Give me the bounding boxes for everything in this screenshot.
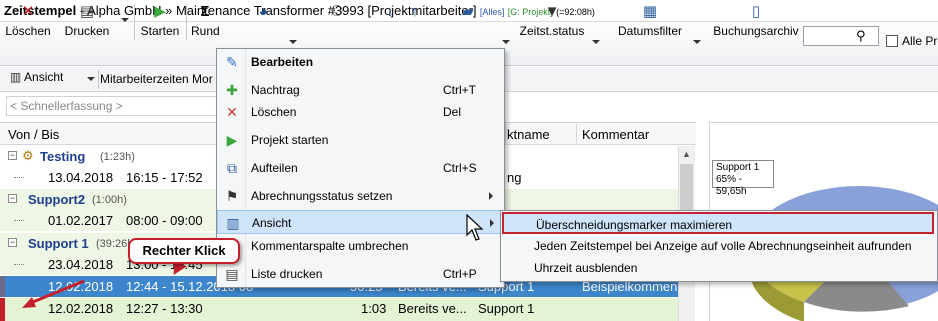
menu-item-billing-status[interactable]: ⚑ Abrechnungsstatus setzen xyxy=(217,184,504,208)
column-header-from-to[interactable]: Von / Bis xyxy=(8,127,59,142)
menu-item-start-project[interactable]: ▶ Projekt starten xyxy=(217,128,504,152)
sort-up-icon: ↑ xyxy=(411,3,419,20)
menu-item-view[interactable]: ▥ Ansicht xyxy=(217,210,504,234)
archive-icon: ▯ xyxy=(751,3,761,20)
annotation-arrow-line xyxy=(27,279,85,306)
funnel-icon: ▼ xyxy=(544,3,560,20)
pie-data-label: Support 1 65% - 59,65h xyxy=(712,160,774,197)
add-user-icon: ⚇ xyxy=(330,3,344,20)
folder-button[interactable]: ▰ xyxy=(458,2,478,42)
collapse-toggle-icon[interactable]: − xyxy=(8,194,17,203)
mouse-cursor-icon xyxy=(466,214,484,241)
table-row[interactable]: 12.02.2018 12:27 - 13:30 1:03 Bereits ve… xyxy=(0,298,678,321)
quick-entry-input[interactable]: < Schnellerfassung > xyxy=(6,96,220,116)
submenu-item-hide-time[interactable]: Uhrzeit ausblenden xyxy=(502,257,934,279)
column-divider xyxy=(505,124,506,144)
column-header-comment[interactable]: Kommentar xyxy=(582,127,649,142)
menu-item-print-list[interactable]: ▤ Liste drucken Ctrl+P xyxy=(217,262,504,286)
booking-archive-button[interactable]: ▯ Buchungsarchiv xyxy=(711,2,801,42)
all-projects-label: Alle Pro xyxy=(902,34,938,48)
all-projects-checkbox[interactable] xyxy=(886,35,898,47)
delete-icon: ✕ xyxy=(21,3,35,20)
submenu-arrow-icon xyxy=(490,219,494,227)
sort-down-icon: ↓ xyxy=(386,3,394,20)
status-dropdown-caret[interactable] xyxy=(592,40,600,44)
tree-line xyxy=(14,177,24,178)
binoculars-icon[interactable]: ⚲ xyxy=(856,28,876,44)
print-dropdown-caret[interactable] xyxy=(121,18,129,22)
column-divider xyxy=(576,124,577,144)
menu-item-split[interactable]: ⧉ Aufteilen Ctrl+S xyxy=(217,156,504,180)
start-button[interactable]: ▶ Starten xyxy=(138,2,182,42)
view-icon: ▥ xyxy=(226,215,240,231)
submenu-item-maximize-overlap-markers[interactable]: Überschneidungsmarker maximieren xyxy=(502,212,934,234)
calendar-icon: ▦ xyxy=(642,3,658,20)
status-filter-button[interactable]: ▼ Zeitst.status xyxy=(517,2,587,42)
chart-button[interactable]: ◕ xyxy=(252,2,274,42)
menu-item-delete[interactable]: ✕ Löschen Del xyxy=(217,100,504,124)
filter-all-badge: [Alles] xyxy=(479,7,505,17)
pie-chart-icon: ◕ xyxy=(258,3,268,20)
plus-icon: ✚ xyxy=(226,82,238,98)
view-dropdown-caret[interactable] xyxy=(87,77,95,81)
sort-descending-button[interactable]: ↑ xyxy=(405,2,425,42)
split-icon: ⧉ xyxy=(227,160,237,176)
right-click-callout: Rechter Klick xyxy=(128,238,240,264)
delete-button[interactable]: ✕ Löschen xyxy=(4,2,52,42)
tree-line xyxy=(14,264,24,265)
column-header-project-name[interactable]: ktname xyxy=(507,127,550,142)
folder-dropdown-caret[interactable] xyxy=(502,40,510,44)
toolbar-divider xyxy=(186,4,187,40)
viewbar-divider xyxy=(98,70,99,89)
add-user-button[interactable]: ⚇ xyxy=(326,2,348,42)
folder-icon: ▰ xyxy=(462,3,474,20)
tree-line xyxy=(14,220,24,221)
printer-icon: ▤ xyxy=(79,3,95,20)
toolbar-divider xyxy=(134,4,135,40)
billing-icon: ⚑ xyxy=(225,188,239,204)
round-button[interactable]: Σ Rund xyxy=(191,2,220,42)
group-icon: ⚙ xyxy=(22,148,34,163)
mouse-cursor-shape xyxy=(466,214,484,241)
sigma-icon: Σ xyxy=(200,3,210,20)
view-menu-button[interactable]: ▥ Ansicht xyxy=(10,70,63,84)
submenu-item-round-up-timestamps[interactable]: Jeden Zeitstempel bei Anzeige auf volle … xyxy=(502,235,934,257)
scroll-up-icon[interactable]: ▲ xyxy=(678,146,695,163)
menu-item-edit[interactable]: ✎ Bearbeiten xyxy=(217,50,504,74)
play-icon: ▶ xyxy=(226,132,238,148)
collapse-toggle-icon[interactable]: − xyxy=(8,151,17,160)
printer-icon: ▤ xyxy=(225,266,239,282)
date-dropdown-caret[interactable] xyxy=(693,40,701,44)
employee-times-tab[interactable]: Mitarbeiterzeiten Mor xyxy=(100,72,213,86)
menu-item-wrap-comment[interactable]: Kommentarspalte umbrechen xyxy=(217,234,504,258)
date-filter-button[interactable]: ▦ Datumsfilter xyxy=(614,2,686,42)
edit-icon: ✎ xyxy=(226,54,238,70)
chart-dropdown-caret[interactable] xyxy=(289,40,297,44)
view-icon: ▥ xyxy=(10,70,22,84)
print-button[interactable]: ▤ Drucken xyxy=(62,2,112,42)
annotation-arrow xyxy=(22,279,85,308)
delete-icon: ✕ xyxy=(226,104,238,120)
collapse-toggle-icon[interactable]: − xyxy=(8,238,17,247)
submenu-arrow-icon xyxy=(489,192,493,200)
menu-item-addendum[interactable]: ✚ Nachtrag Ctrl+T xyxy=(217,78,504,102)
sort-ascending-button[interactable]: ↓ xyxy=(380,2,400,42)
annotation-arrow-head xyxy=(22,297,36,308)
play-icon: ▶ xyxy=(154,3,166,20)
